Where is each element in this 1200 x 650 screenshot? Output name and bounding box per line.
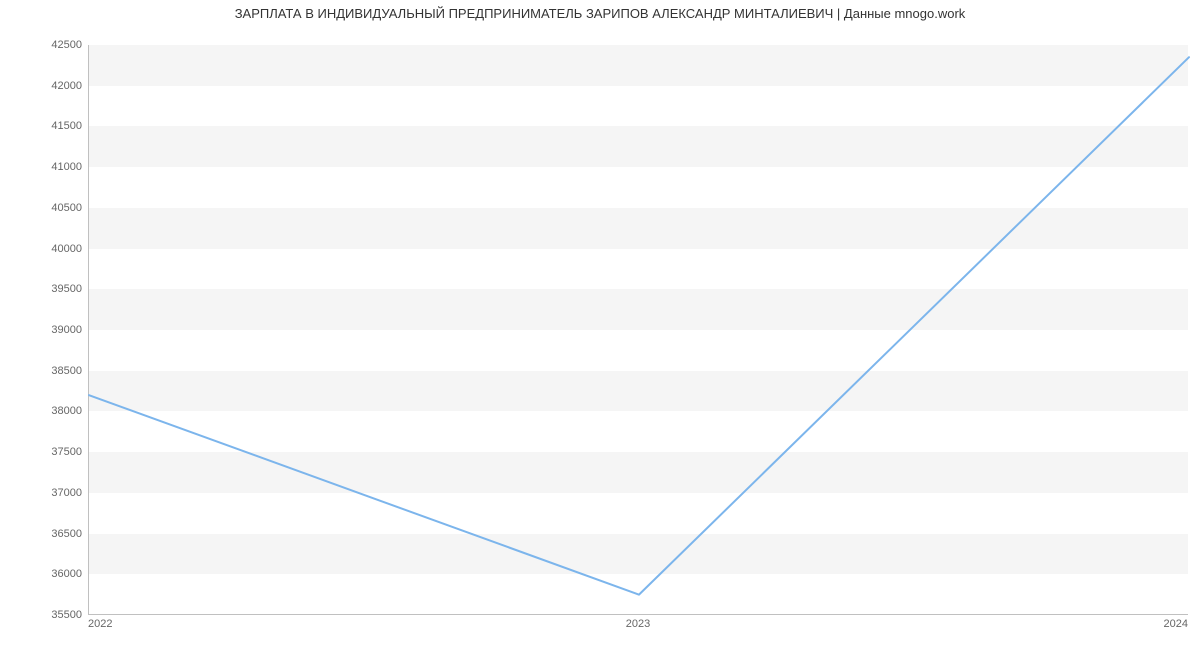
y-tick-label: 40500 [12, 202, 82, 214]
y-tick-label: 40000 [12, 243, 82, 255]
y-tick-label: 42500 [12, 39, 82, 51]
y-tick-label: 36500 [12, 528, 82, 540]
chart-container: ЗАРПЛАТА В ИНДИВИДУАЛЬНЫЙ ПРЕДПРИНИМАТЕЛ… [0, 0, 1200, 650]
y-tick-label: 39500 [12, 283, 82, 295]
y-tick-label: 39000 [12, 324, 82, 336]
y-tick-label: 35500 [12, 609, 82, 621]
y-tick-label: 42000 [12, 80, 82, 92]
plot-area [88, 45, 1188, 615]
y-tick-label: 41000 [12, 161, 82, 173]
x-tick-label: 2022 [88, 618, 112, 630]
y-tick-label: 38500 [12, 365, 82, 377]
series-line [89, 57, 1189, 594]
x-tick-label: 2023 [626, 618, 650, 630]
y-tick-label: 38000 [12, 405, 82, 417]
y-tick-label: 37000 [12, 487, 82, 499]
line-layer [89, 45, 1188, 614]
y-tick-label: 36000 [12, 568, 82, 580]
chart-title: ЗАРПЛАТА В ИНДИВИДУАЛЬНЫЙ ПРЕДПРИНИМАТЕЛ… [0, 6, 1200, 21]
x-tick-label: 2024 [1164, 618, 1188, 630]
y-tick-label: 37500 [12, 446, 82, 458]
y-tick-label: 41500 [12, 120, 82, 132]
